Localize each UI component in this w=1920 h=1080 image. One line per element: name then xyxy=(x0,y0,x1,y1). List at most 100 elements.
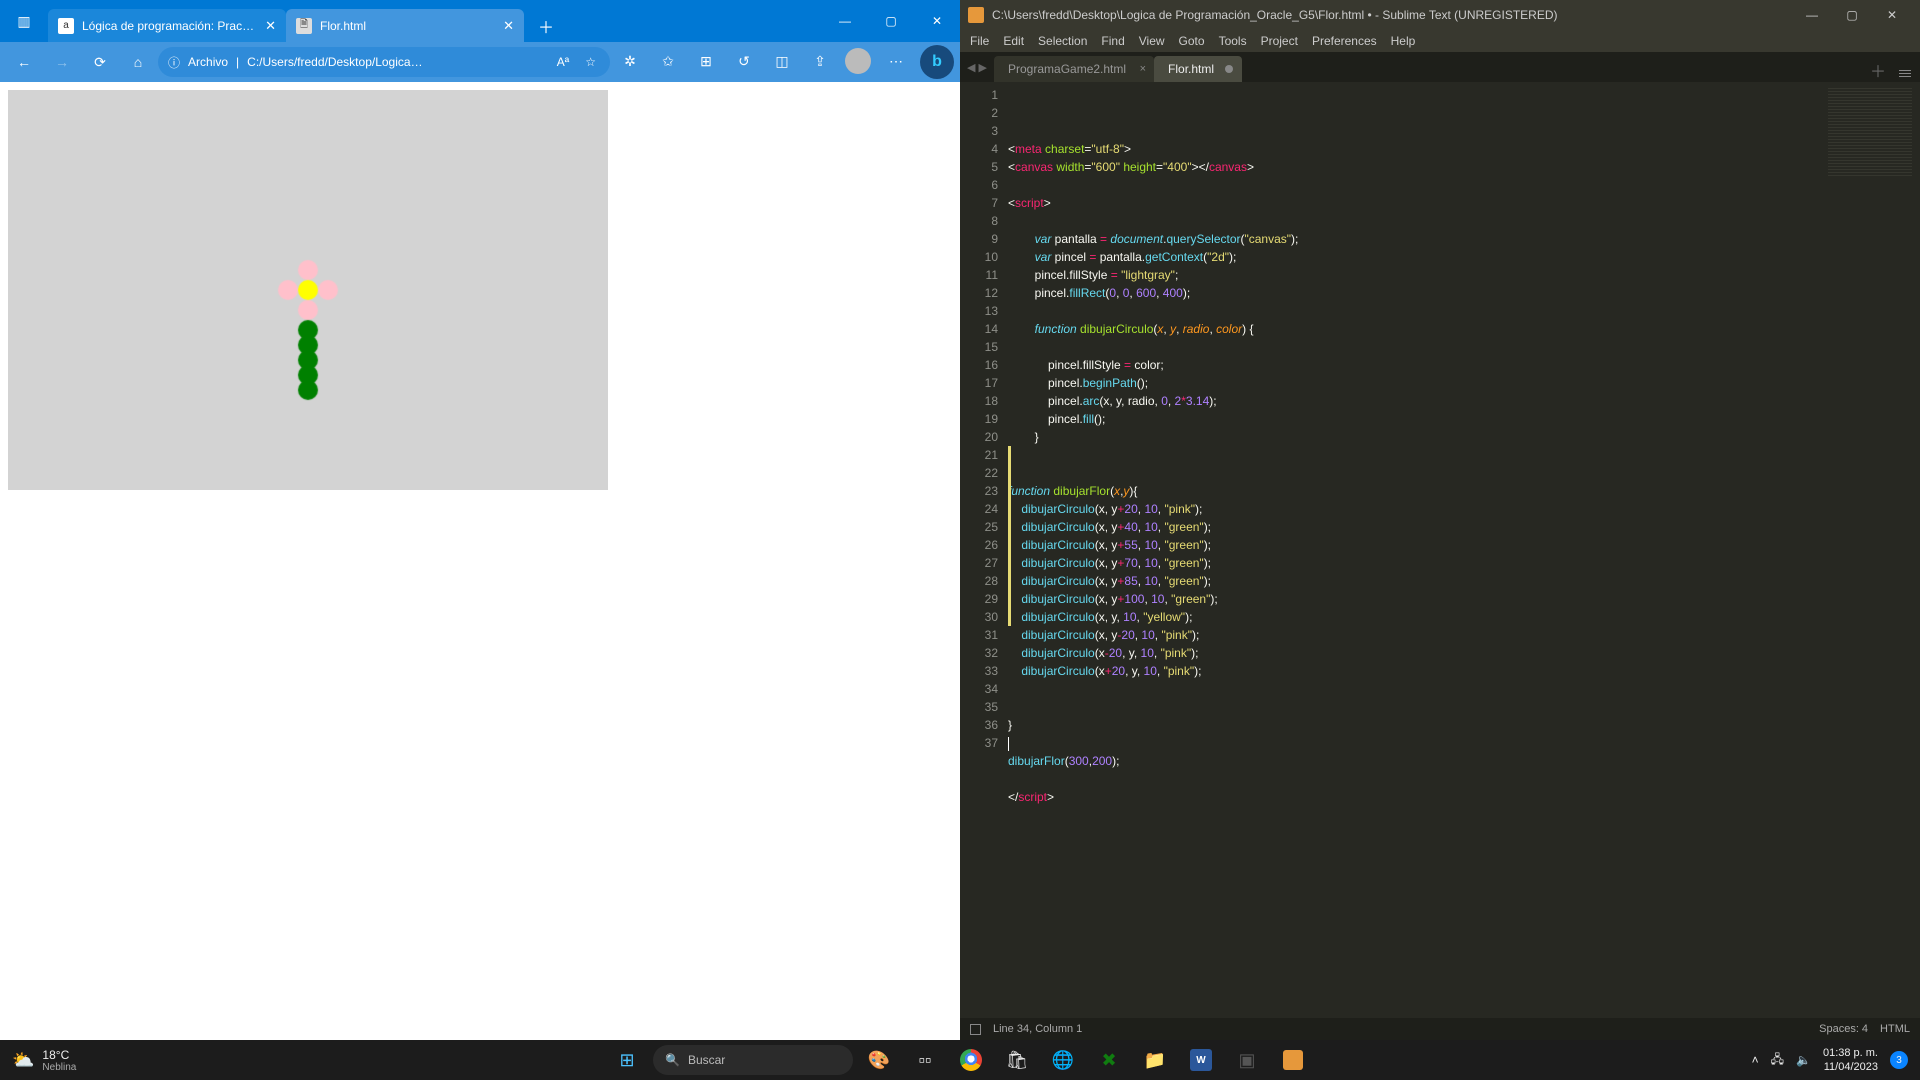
tray-network-icon[interactable]: 🖧 xyxy=(1771,1050,1784,1071)
menu-project[interactable]: Project xyxy=(1261,34,1298,48)
menu-tools[interactable]: Tools xyxy=(1219,34,1247,48)
code-line[interactable]: dibujarFlor(300,200); xyxy=(1008,752,1820,770)
app-terminal[interactable]: ▣ xyxy=(1227,1040,1267,1080)
code-line[interactable]: pincel.arc(x, y, radio, 0, 2*3.14); xyxy=(1008,392,1820,410)
code-line[interactable]: <canvas width="600" height="400"></canva… xyxy=(1008,158,1820,176)
code-line[interactable]: dibujarCirculo(x, y+55, 10, "green"); xyxy=(1008,536,1820,554)
collections-button[interactable]: ⊞ xyxy=(688,45,724,77)
start-button[interactable]: ⊞ xyxy=(607,1040,647,1080)
notifications-badge[interactable]: 3 xyxy=(1890,1051,1908,1069)
code-line[interactable]: pincel.fillStyle = "lightgray"; xyxy=(1008,266,1820,284)
code-line[interactable] xyxy=(1008,680,1820,698)
code-line[interactable]: </script> xyxy=(1008,788,1820,806)
favorite-button[interactable]: ☆ xyxy=(581,55,600,69)
widgets-button[interactable]: 🎨 xyxy=(859,1040,899,1080)
maximize-button[interactable]: ▢ xyxy=(1832,8,1872,22)
forward-button[interactable]: → xyxy=(44,46,80,78)
favorites-button[interactable]: ✩ xyxy=(650,45,686,77)
tray-volume-icon[interactable]: 🔈 xyxy=(1796,1053,1811,1067)
menu-help[interactable]: Help xyxy=(1391,34,1416,48)
code-line[interactable]: dibujarCirculo(x, y+100, 10, "green"); xyxy=(1008,590,1820,608)
menu-view[interactable]: View xyxy=(1139,34,1165,48)
read-aloud-button[interactable]: Aª xyxy=(553,55,573,69)
new-tab-button[interactable]: ＋ xyxy=(530,10,562,42)
menu-selection[interactable]: Selection xyxy=(1038,34,1087,48)
app-explorer[interactable]: 📁 xyxy=(1135,1040,1175,1080)
app-sublime[interactable] xyxy=(1273,1040,1313,1080)
sublime-titlebar[interactable]: C:\Users\fredd\Desktop\Logica de Program… xyxy=(960,0,1920,30)
code-line[interactable] xyxy=(1008,770,1820,788)
bing-chat-button[interactable]: b xyxy=(920,45,954,79)
close-icon[interactable]: ✕ xyxy=(503,18,514,34)
code-line[interactable]: function dibujarCirculo(x, y, radio, col… xyxy=(1008,320,1820,338)
minimize-button[interactable]: — xyxy=(1792,8,1832,22)
more-button[interactable]: ⋯ xyxy=(878,45,914,77)
code-line[interactable] xyxy=(1008,176,1820,194)
tab-programagame2[interactable]: ProgramaGame2.html × xyxy=(994,56,1154,82)
code-line[interactable]: dibujarCirculo(x+20, y, 10, "pink"); xyxy=(1008,662,1820,680)
close-button[interactable]: ✕ xyxy=(1872,8,1912,22)
app-word[interactable]: W xyxy=(1181,1040,1221,1080)
status-indent[interactable]: Spaces: 4 xyxy=(1819,1023,1868,1035)
app-edge[interactable]: 🌐 xyxy=(1043,1040,1083,1080)
close-icon[interactable]: ✕ xyxy=(265,18,276,34)
sublime-editor[interactable]: 1234567891011121314151617181920212223242… xyxy=(960,82,1920,1018)
code-line[interactable]: pincel.beginPath(); xyxy=(1008,374,1820,392)
app-store[interactable]: 🛍 xyxy=(997,1040,1037,1080)
tab-history-nav[interactable]: ◀ ▶ xyxy=(960,52,994,82)
task-view-button[interactable]: ▫▫ xyxy=(905,1040,945,1080)
home-button[interactable]: ⌂ xyxy=(120,46,156,78)
code-line[interactable]: <script> xyxy=(1008,194,1820,212)
menu-file[interactable]: File xyxy=(970,34,989,48)
status-syntax[interactable]: HTML xyxy=(1880,1023,1910,1035)
taskbar-search[interactable]: 🔍 Buscar xyxy=(653,1045,853,1075)
code-line[interactable]: } xyxy=(1008,428,1820,446)
status-position[interactable]: Line 34, Column 1 xyxy=(993,1023,1082,1035)
info-icon[interactable]: ⓘ xyxy=(168,54,180,71)
weather-widget[interactable]: ⛅ 18°C Neblina xyxy=(0,1048,88,1073)
code-line[interactable]: pincel.fill(); xyxy=(1008,410,1820,428)
extensions-button[interactable]: ✲ xyxy=(612,45,648,77)
tray-chevron[interactable]: ˄ xyxy=(1752,1053,1759,1067)
menu-preferences[interactable]: Preferences xyxy=(1312,34,1377,48)
code-line[interactable] xyxy=(1008,446,1820,464)
code-line[interactable]: dibujarCirculo(x, y+85, 10, "green"); xyxy=(1008,572,1820,590)
tab-logica[interactable]: a Lógica de programación: Practi… ✕ xyxy=(48,9,286,42)
split-button[interactable]: ◫ xyxy=(764,45,800,77)
code-line[interactable] xyxy=(1008,302,1820,320)
code-line[interactable]: dibujarCirculo(x, y+70, 10, "green"); xyxy=(1008,554,1820,572)
code-line[interactable]: } xyxy=(1008,716,1820,734)
code-line[interactable]: pincel.fillStyle = color; xyxy=(1008,356,1820,374)
code-line[interactable]: pincel.fillRect(0, 0, 600, 400); xyxy=(1008,284,1820,302)
refresh-button[interactable]: ⟳ xyxy=(82,46,118,78)
menu-edit[interactable]: Edit xyxy=(1003,34,1024,48)
code-line[interactable] xyxy=(1008,698,1820,716)
code-line[interactable] xyxy=(1008,338,1820,356)
tab-flor[interactable]: 🗎 Flor.html ✕ xyxy=(286,9,524,42)
tab-flor[interactable]: Flor.html xyxy=(1154,56,1242,82)
code-line[interactable]: var pincel = pantalla.getContext("2d"); xyxy=(1008,248,1820,266)
minimize-button[interactable]: — xyxy=(822,0,868,42)
share-button[interactable]: ⇪ xyxy=(802,45,838,77)
back-button[interactable]: ← xyxy=(6,46,42,78)
history-button[interactable]: ↺ xyxy=(726,45,762,77)
code-line[interactable]: function dibujarFlor(x,y){ xyxy=(1008,482,1820,500)
code-line[interactable] xyxy=(1008,734,1820,752)
app-xbox[interactable]: ✖ xyxy=(1089,1040,1129,1080)
close-icon[interactable]: × xyxy=(1140,63,1146,75)
close-button[interactable]: ✕ xyxy=(914,0,960,42)
code-line[interactable]: dibujarCirculo(x, y+20, 10, "pink"); xyxy=(1008,500,1820,518)
menu-goto[interactable]: Goto xyxy=(1179,34,1205,48)
code-line[interactable]: <meta charset="utf-8"> xyxy=(1008,140,1820,158)
menu-find[interactable]: Find xyxy=(1101,34,1124,48)
code-line[interactable]: var pantalla = document.querySelector("c… xyxy=(1008,230,1820,248)
new-tab-button[interactable]: ＋ xyxy=(1866,58,1890,82)
address-bar[interactable]: ⓘ Archivo | C:/Users/fredd/Desktop/Logic… xyxy=(158,47,610,77)
status-panel-button[interactable] xyxy=(970,1024,981,1035)
app-chrome[interactable] xyxy=(951,1040,991,1080)
clock[interactable]: 01:38 p. m. 11/04/2023 xyxy=(1823,1046,1878,1074)
code-line[interactable]: dibujarCirculo(x, y, 10, "yellow"); xyxy=(1008,608,1820,626)
code-area[interactable]: <meta charset="utf-8"><canvas width="600… xyxy=(1008,82,1820,1018)
code-line[interactable] xyxy=(1008,212,1820,230)
tab-actions-button[interactable]: ▥ xyxy=(0,0,48,42)
